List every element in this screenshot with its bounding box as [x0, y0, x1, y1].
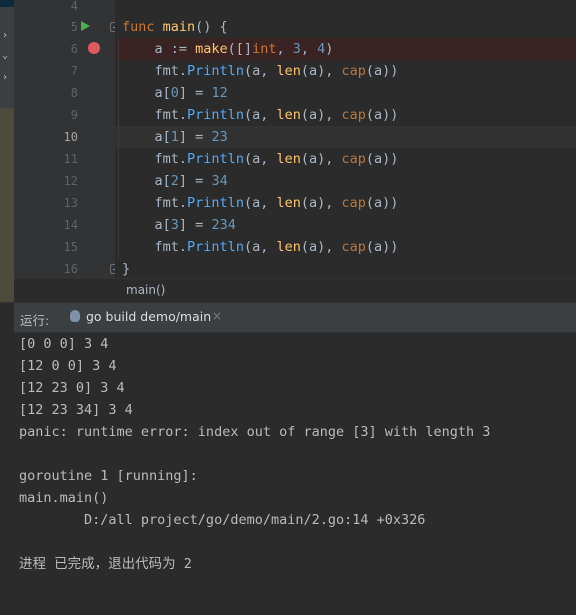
line-number: 5 — [70, 20, 78, 34]
run-tab-bar: 运行: go build demo/main × — [14, 303, 576, 333]
line-number-current: 10 — [63, 130, 78, 144]
line-number: 11 — [63, 152, 78, 166]
breakpoint-icon[interactable] — [88, 42, 100, 54]
tab-label: go build demo/main — [86, 309, 212, 324]
code-line: fmt.Println(a, len(a), cap(a)) — [154, 107, 399, 123]
sidebar-glyph: › — [2, 30, 9, 41]
code-line: fmt.Println(a, len(a), cap(a)) — [154, 151, 399, 167]
code-line: fmt.Println(a, len(a), cap(a)) — [154, 195, 399, 211]
line-number: 12 — [63, 174, 78, 188]
gopher-icon — [70, 310, 80, 322]
breadcrumb: main() — [14, 278, 576, 303]
line-number: 15 — [63, 240, 78, 254]
console-line: main.main() — [19, 490, 109, 506]
code-line: a[0] = 12 — [122, 85, 228, 101]
sidebar-glyph: › — [2, 72, 9, 83]
code-line: fmt.Println(a, len(a), cap(a)) — [154, 63, 399, 79]
line-number: 14 — [63, 218, 78, 232]
code-line: } — [122, 261, 131, 277]
line-number: 16 — [63, 262, 78, 276]
sidebar-selection — [0, 0, 14, 7]
run-triangle-icon[interactable] — [81, 21, 90, 31]
line-number: 13 — [63, 196, 78, 210]
line-number: 9 — [70, 108, 78, 122]
line-number: 7 — [70, 64, 78, 78]
console-line: [12 23 34] 3 4 — [19, 402, 133, 418]
console-line: [12 0 0] 3 4 — [19, 358, 117, 374]
console-line: panic: runtime error: index out of range… — [19, 424, 491, 440]
console-output[interactable]: [0 0 0] 3 4 [12 0 0] 3 4 [12 23 0] 3 4 [… — [14, 333, 576, 615]
console-line[interactable]: D:/all project/go/demo/main/2.go:14 +0x3… — [19, 509, 425, 531]
code-line-breakpoint: a := make([]int, 3, 4) — [115, 38, 576, 60]
sidebar-highlight-block — [0, 108, 14, 302]
console-line: goroutine 1 [running]: — [19, 468, 198, 484]
code-line: a[2] = 34 — [122, 173, 228, 189]
console-line: [0 0 0] 3 4 — [19, 336, 109, 352]
console-line: 进程 已完成，退出代码为 2 — [19, 556, 192, 572]
project-sidebar-strip: › ⌄ › — [0, 0, 14, 302]
console-line: [12 23 0] 3 4 — [19, 380, 125, 396]
chevron-down-icon[interactable]: ⌄ — [2, 50, 8, 62]
line-number: 8 — [70, 86, 78, 100]
editor-gutter: 4 5 6 7 8 9 10 11 12 13 14 15 16 — [14, 0, 115, 278]
indent-guide — [118, 38, 119, 258]
code-line-current: a[1] = 23 — [115, 126, 576, 148]
line-number: 6 — [70, 42, 78, 56]
code-line: func main() { — [122, 19, 228, 35]
code-line: fmt.Println(a, len(a), cap(a)) — [154, 239, 399, 255]
code-editor[interactable]: func main() { a := make([]int, 3, 4) fmt… — [115, 0, 576, 278]
code-line: a[3] = 234 — [122, 217, 236, 233]
line-number: 4 — [70, 0, 78, 13]
close-icon[interactable]: × — [212, 309, 222, 323]
run-tool-window: 运行: go build demo/main × [0 0 0] 3 4 [12… — [0, 302, 576, 615]
breadcrumb-item[interactable]: main() — [126, 283, 165, 297]
run-label: 运行: — [20, 313, 50, 328]
